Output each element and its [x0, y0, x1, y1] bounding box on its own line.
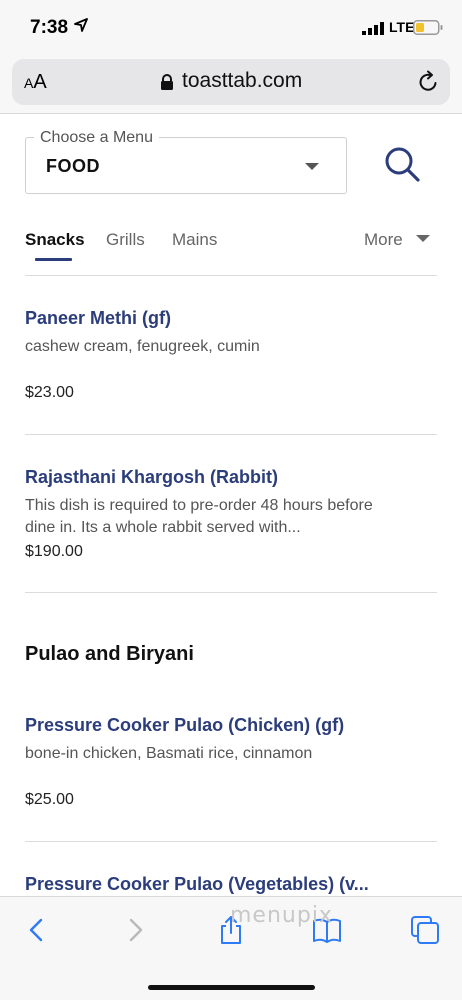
menu-item[interactable]: Rajasthani Khargosh (Rabbit) This dish i… — [25, 467, 437, 577]
menu-item[interactable]: Paneer Methi (gf) cashew cream, fenugree… — [25, 308, 437, 418]
watermark: menupix — [230, 903, 333, 928]
status-bar: 7:38 LTE — [0, 0, 462, 56]
menu-item-name[interactable]: Pressure Cooker Pulao (Vegetables) (v... — [25, 874, 405, 895]
divider — [25, 275, 437, 276]
tab-grills[interactable]: Grills — [106, 230, 145, 250]
battery-icon — [413, 20, 443, 35]
reload-icon[interactable] — [416, 70, 440, 94]
tabs-icon[interactable] — [410, 915, 440, 945]
menu-select-label: Choose a Menu — [34, 129, 159, 147]
menu-item-price: $23.00 — [25, 384, 74, 401]
menu-item-description: cashew cream, fenugreek, cumin — [25, 338, 260, 355]
location-arrow-icon — [74, 18, 88, 32]
menu-item-price: $25.00 — [25, 791, 74, 808]
menu-item[interactable]: Pressure Cooker Pulao (Vegetables) (v... — [25, 874, 437, 896]
back-icon[interactable] — [22, 915, 52, 945]
caret-down-icon[interactable] — [416, 235, 430, 242]
network-label: LTE — [389, 19, 415, 35]
menu-item-description: This dish is required to pre-order 48 ho… — [25, 497, 373, 536]
caret-down-icon — [305, 163, 319, 170]
url-text[interactable]: toasttab.com — [182, 69, 302, 93]
active-tab-indicator — [35, 258, 72, 261]
signal-icon — [362, 22, 384, 35]
divider — [25, 592, 437, 593]
divider — [25, 434, 437, 435]
menu-item-description: bone-in chicken, Basmati rice, cinnamon — [25, 745, 313, 762]
search-icon[interactable] — [381, 144, 423, 186]
section-heading: Pulao and Biryani — [25, 643, 194, 665]
tab-snacks[interactable]: Snacks — [25, 230, 85, 250]
tab-mains[interactable]: Mains — [172, 230, 217, 250]
status-time: 7:38 — [30, 17, 69, 38]
menu-item-name[interactable]: Paneer Methi (gf) — [25, 308, 405, 329]
lock-icon — [161, 74, 173, 90]
menu-item-name[interactable]: Rajasthani Khargosh (Rabbit) — [25, 467, 405, 488]
tab-more[interactable]: More — [364, 230, 403, 250]
home-indicator — [148, 985, 315, 990]
category-tabs: Snacks Grills Mains More — [0, 222, 462, 276]
url-bar[interactable]: AA toasttab.com — [12, 59, 450, 105]
browser-url-area: AA toasttab.com — [0, 56, 462, 114]
divider — [25, 841, 437, 842]
menu-item[interactable]: Pressure Cooker Pulao (Chicken) (gf) bon… — [25, 715, 437, 825]
text-size-button[interactable]: AA — [24, 71, 47, 94]
menu-item-name[interactable]: Pressure Cooker Pulao (Chicken) (gf) — [25, 715, 405, 736]
menu-item-price: $190.00 — [25, 543, 83, 560]
menu-select-value: FOOD — [46, 156, 100, 176]
forward-icon[interactable] — [120, 915, 150, 945]
